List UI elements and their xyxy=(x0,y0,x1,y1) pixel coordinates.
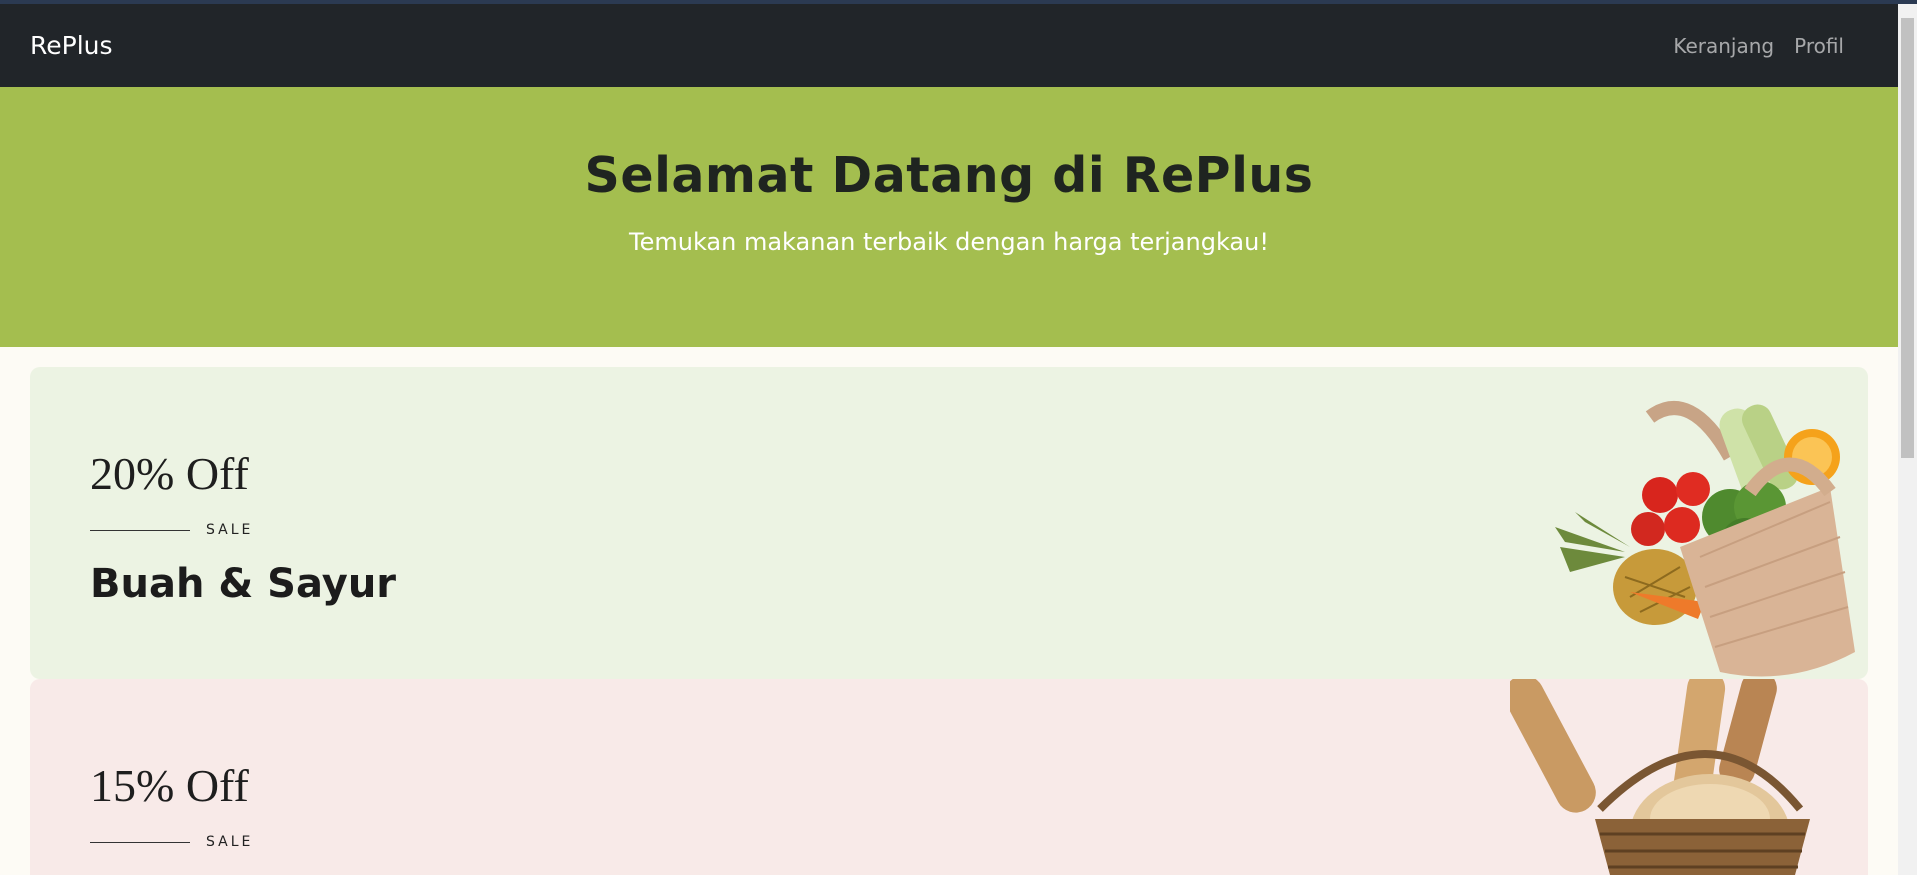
vegetable-bag-image xyxy=(1555,401,1855,677)
category-title: Buah & Sayur xyxy=(90,561,397,607)
sale-label: SALE xyxy=(206,834,254,850)
hero-subtitle: Temukan makanan terbaik dengan harga ter… xyxy=(629,228,1269,256)
offer-text: 15% Off xyxy=(90,760,249,811)
promo-banner-fruits-vegetables[interactable]: 20% Off SALE Buah & Sayur xyxy=(30,367,1868,679)
bread-basket-image xyxy=(1510,679,1810,875)
hero-section: Selamat Datang di RePlus Temukan makanan… xyxy=(0,87,1898,347)
sale-divider-line xyxy=(90,529,190,531)
promo-banner-bakery[interactable]: 15% Off SALE xyxy=(30,679,1868,875)
nav-link-profil[interactable]: Profil xyxy=(1794,34,1844,58)
sale-label-row: SALE xyxy=(90,522,253,538)
page-scrollbar[interactable] xyxy=(1898,4,1917,875)
brand-logo-link[interactable]: RePlus xyxy=(30,31,113,60)
sale-label-row: SALE xyxy=(90,834,253,850)
hero-title: Selamat Datang di RePlus xyxy=(584,147,1314,204)
scrollbar-thumb[interactable] xyxy=(1901,18,1914,458)
sale-divider-line xyxy=(90,841,190,843)
navbar: RePlus Keranjang Profil xyxy=(0,4,1898,87)
nav-links: Keranjang Profil xyxy=(1673,34,1844,58)
sale-label: SALE xyxy=(206,522,254,538)
offer-text: 20% Off xyxy=(90,448,249,499)
nav-link-keranjang[interactable]: Keranjang xyxy=(1673,34,1774,58)
